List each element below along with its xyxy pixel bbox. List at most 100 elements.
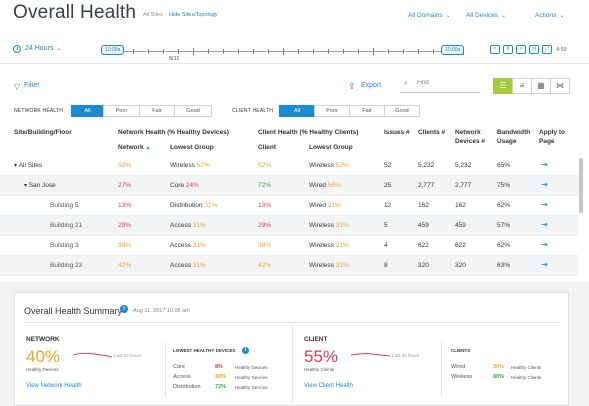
issues-cell-value: 5: [384, 222, 388, 229]
client-lowest-group-cell: Wired 31%: [309, 202, 341, 209]
issues-cell: 5: [384, 222, 388, 229]
time-range-dropdown[interactable]: 24 Hours ⌄: [25, 45, 61, 52]
subheader-lowest-group-network[interactable]: Lowest Group: [170, 144, 214, 151]
network-devices-cell-value: 459: [455, 222, 466, 229]
find-input[interactable]: [417, 80, 477, 86]
table-row[interactable]: Building 21 29% Access 31% 29% Wireless 31% 5…: [0, 216, 578, 236]
export-button[interactable]: Export: [361, 82, 381, 89]
column-header-bandwidth[interactable]: Bandwidth Usage: [497, 128, 535, 146]
network-health-cell-value: 52%: [118, 162, 132, 169]
client-health-option-poor[interactable]: Poor: [314, 105, 350, 117]
lowest-group-name: Core: [173, 364, 185, 370]
chevron-down-icon: ⌄: [56, 46, 62, 52]
network-devices-cell-value: 320: [455, 262, 466, 269]
summary-date: Aug 11, 2017 10:06 am: [133, 308, 190, 314]
info-icon[interactable]: i: [120, 305, 128, 313]
timeline-start-handle[interactable]: 10:00a: [101, 45, 125, 55]
list-view-button[interactable]: ≡: [512, 78, 532, 94]
client-health-percent: 55%: [304, 347, 339, 366]
network-health-cell: 42%: [118, 262, 131, 269]
apply-to-page-icon[interactable]: ⇥: [541, 200, 551, 210]
network-health-option-poor[interactable]: Poor: [103, 105, 140, 117]
clients-cell-value: 162: [418, 202, 429, 209]
site-name-cell: ▾ San Jose: [24, 182, 56, 189]
timeline-prev-button[interactable]: <: [490, 45, 500, 54]
client-health-cell: 29%: [258, 222, 271, 229]
table-row[interactable]: Building 5 13% Distribution 31% 13% Wired 31…: [0, 196, 578, 216]
apply-to-page-icon[interactable]: ⇥: [541, 220, 551, 230]
search-icon: ⌕: [404, 80, 408, 87]
column-header-issues[interactable]: Issues #: [384, 128, 410, 137]
map-view-button[interactable]: ▦: [531, 78, 551, 94]
info-icon[interactable]: i: [242, 347, 249, 354]
network-health-percent: 40%: [26, 347, 61, 366]
apply-to-page-icon[interactable]: ⇥: [541, 160, 551, 170]
lowest-group-percent: 8%: [215, 364, 223, 370]
site-name-cell: Building 5: [50, 202, 79, 209]
summary-divider-vertical: [441, 342, 442, 397]
timeline-end-button[interactable]: >|: [529, 45, 539, 54]
subheader-lowest-group-client[interactable]: Lowest Group: [309, 144, 353, 151]
timeline-bar: 24 Hours ⌄ 10:00a 10:00a 8/11 < ‖ > >| ⤢ …: [0, 36, 589, 64]
timeline-end-handle[interactable]: 10:00a: [441, 45, 465, 55]
table-row[interactable]: ▾ San Jose 27% Core 24% 72% Wired 56% 25 2,777…: [0, 176, 578, 196]
client-health-caption: Healthy Clients: [304, 367, 335, 372]
timeline-tick: [328, 49, 329, 54]
column-header-clients[interactable]: Clients #: [418, 128, 445, 137]
column-header-client-health: Client Health (% Healthy Clients): [258, 129, 359, 136]
network-lowest-group-cell: Access 31%: [170, 242, 206, 249]
filter-icon[interactable]: ▽: [14, 82, 20, 91]
clients-cell: 320: [418, 262, 429, 269]
table-scrollbar[interactable]: [579, 158, 583, 213]
network-devices-cell-value: 622: [455, 242, 466, 249]
timeline-tick: [253, 49, 254, 54]
table-row[interactable]: ▾ All Sites 52% Wireless 52% 52% Wireless 52…: [0, 156, 578, 176]
view-network-health-link[interactable]: View Network Health: [26, 383, 82, 389]
client-health-option-all[interactable]: All: [279, 105, 315, 117]
issues-cell-value: 52: [384, 162, 392, 169]
clock-icon: [13, 45, 21, 53]
all-devices-dropdown[interactable]: All Devices ⌄: [466, 12, 506, 19]
client-health-option-good[interactable]: Good: [384, 105, 420, 117]
client-lowest-group-cell-value: Wireless: [309, 162, 334, 169]
tree-view-button[interactable]: ☰: [493, 78, 513, 94]
filter-button[interactable]: Filter: [24, 82, 40, 89]
column-header-site[interactable]: Site/Building/Floor: [14, 128, 72, 137]
client-lowest-group-cell-percent: 31%: [333, 222, 349, 229]
network-health-option-good[interactable]: Good: [174, 105, 212, 117]
issues-cell-value: 12: [384, 202, 392, 209]
view-client-health-link[interactable]: View Client Health: [304, 383, 353, 389]
apply-to-page-icon[interactable]: ⇥: [541, 180, 551, 190]
network-health-cell: 13%: [118, 202, 131, 209]
client-health-option-fair[interactable]: Fair: [349, 105, 385, 117]
timeline-track[interactable]: [103, 48, 464, 55]
column-header-network-devices[interactable]: Network Devices #: [455, 128, 491, 146]
actions-dropdown[interactable]: Actions ⌄: [535, 12, 564, 19]
clients-title: CLIENTS: [451, 348, 471, 353]
all-domains-dropdown[interactable]: All Domains ⌄: [408, 12, 451, 19]
apply-to-page-icon[interactable]: ⇥: [541, 240, 551, 250]
timeline-tick: [163, 49, 164, 54]
network-health-option-all[interactable]: All: [71, 105, 104, 117]
subheader-network[interactable]: Network ▲: [118, 144, 151, 151]
topology-view-button[interactable]: ⋈: [550, 78, 570, 94]
table-row[interactable]: Building 3 38% Access 31% 38% Wireless 31% 4 6…: [0, 236, 578, 256]
network-health-cell-value: 42%: [118, 262, 132, 269]
all-devices-label: All Devices: [466, 12, 499, 19]
subheader-client[interactable]: Client: [258, 144, 276, 151]
hide-sites-link[interactable]: Hide Sites/Topology: [169, 12, 218, 18]
export-icon[interactable]: ⇪: [348, 81, 356, 92]
timeline-next-button[interactable]: >: [516, 45, 526, 54]
table-row[interactable]: Building 23 42% Access 31% 42% Wireless 31% 8…: [0, 256, 578, 276]
network-devices-cell-value: 5,232: [455, 162, 472, 169]
client-health-cell-value: 13%: [258, 202, 272, 209]
apply-to-page-icon[interactable]: ⇥: [541, 260, 551, 270]
summary-divider-vertical: [292, 325, 293, 403]
network-health-option-fair[interactable]: Fair: [139, 105, 175, 117]
network-lowest-group-cell-value: Access: [170, 242, 191, 249]
timeline-tick: [358, 49, 359, 54]
summary-divider: [24, 322, 561, 323]
timeline-pause-button[interactable]: ‖: [503, 45, 513, 54]
timeline-expand-button[interactable]: ⤢: [542, 45, 552, 54]
timeline-tick: [283, 48, 284, 55]
